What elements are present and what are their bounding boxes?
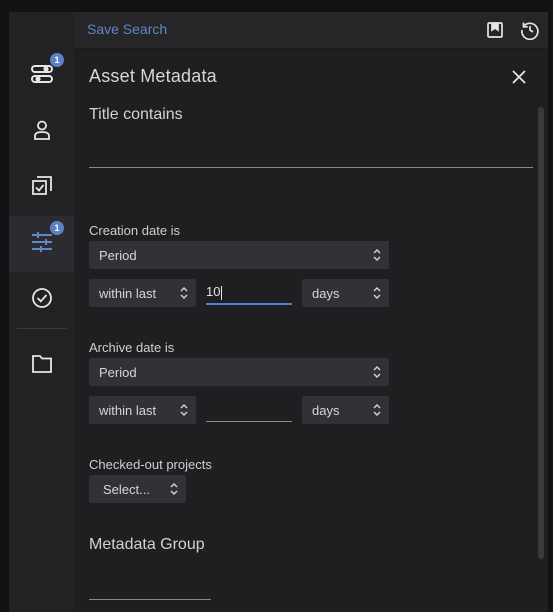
title-contains-label: Title contains (89, 106, 183, 123)
updown-chevron-icon (180, 404, 188, 416)
user-icon (32, 119, 52, 146)
filter-sliders-icon (30, 231, 54, 258)
rail-item-toggles[interactable]: 1 (9, 48, 74, 104)
creation-date-unit-select[interactable]: days (302, 279, 389, 307)
checked-out-placeholder: Select... (103, 481, 150, 497)
window-top-edge (0, 0, 553, 12)
check-circle-icon (31, 287, 53, 314)
rail-item-filters[interactable]: 1 (9, 216, 74, 272)
metadata-group-label: Metadata Group (89, 536, 205, 553)
archive-date-unit-value: days (312, 402, 340, 418)
window-left-edge (0, 0, 9, 612)
archive-date-mode-value: Period (99, 364, 137, 380)
save-search-link[interactable]: Save Search (87, 21, 167, 37)
window-right-edge (548, 0, 553, 612)
updown-chevron-icon (170, 483, 178, 495)
creation-date-relation-select[interactable]: within last (89, 279, 196, 307)
updown-chevron-icon (373, 366, 381, 378)
archive-date-amount-input[interactable] (206, 398, 292, 422)
rail-item-copy[interactable] (9, 160, 74, 216)
rail-item-approve[interactable] (9, 272, 74, 328)
side-rail: 1 1 (9, 12, 74, 612)
panel-title: Asset Metadata (89, 66, 217, 86)
creation-date-mode-value: Period (99, 247, 137, 263)
copy-check-icon (31, 175, 53, 202)
text-caret (221, 285, 223, 300)
creation-date-label: Creation date is (89, 223, 181, 238)
panel-scrollbar[interactable] (538, 107, 544, 559)
archive-date-label: Archive date is (89, 340, 175, 355)
metadata-group-input[interactable] (89, 577, 211, 600)
rail-divider (17, 328, 67, 329)
creation-date-unit-value: days (312, 285, 340, 301)
checked-out-select[interactable]: Select... (89, 475, 186, 503)
history-icon[interactable] (518, 18, 542, 42)
filters-badge: 1 (50, 221, 64, 235)
archive-date-mode-select[interactable]: Period (89, 358, 389, 386)
archive-date-relation-select[interactable]: within last (89, 396, 196, 424)
updown-chevron-icon (180, 287, 188, 299)
toggles-icon (30, 62, 54, 91)
updown-chevron-icon (373, 287, 381, 299)
checked-out-label: Checked-out projects (89, 457, 212, 472)
toggles-badge: 1 (50, 53, 64, 67)
title-contains-input[interactable] (89, 145, 533, 168)
close-icon[interactable] (509, 67, 529, 87)
creation-date-amount-value: 10 (206, 284, 221, 299)
archive-date-unit-select[interactable]: days (302, 396, 389, 424)
top-toolbar: Save Search (74, 12, 548, 49)
creation-date-mode-select[interactable]: Period (89, 241, 389, 269)
folder-icon (31, 354, 53, 379)
creation-date-relation-value: within last (99, 285, 157, 301)
rail-item-folder[interactable] (9, 338, 74, 394)
rail-item-user[interactable] (9, 104, 74, 160)
updown-chevron-icon (373, 249, 381, 261)
creation-date-amount-input[interactable]: 10 (206, 281, 292, 305)
archive-date-relation-value: within last (99, 402, 157, 418)
asset-metadata-panel: Asset Metadata Title contains Creation d… (74, 49, 548, 612)
bookmark-icon[interactable] (483, 18, 507, 42)
updown-chevron-icon (373, 404, 381, 416)
